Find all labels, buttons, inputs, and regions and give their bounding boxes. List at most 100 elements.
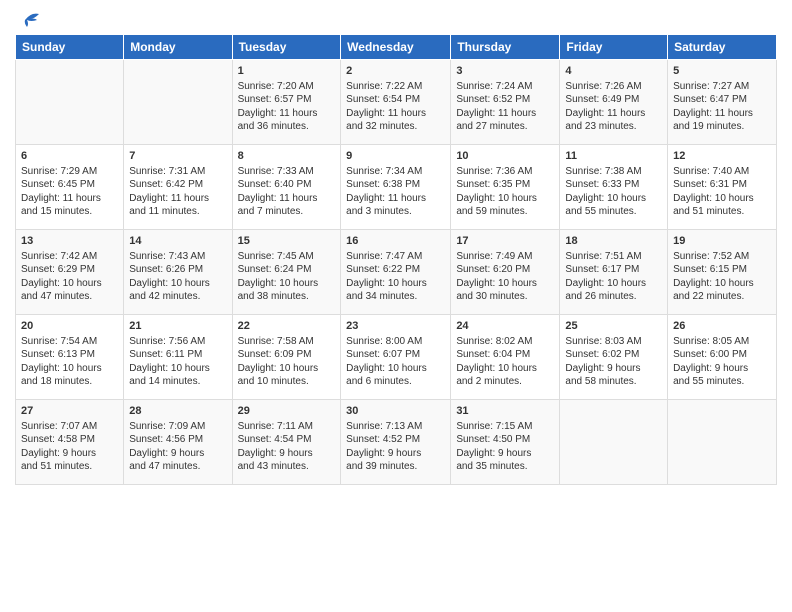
day-number: 14 xyxy=(129,234,226,249)
calendar-cell: 26Sunrise: 8:05 AMSunset: 6:00 PMDayligh… xyxy=(668,315,777,400)
day-number: 8 xyxy=(238,149,336,164)
cell-line: and 11 minutes. xyxy=(129,205,226,219)
day-number: 3 xyxy=(456,64,554,79)
day-number: 6 xyxy=(21,149,118,164)
cell-line: and 38 minutes. xyxy=(238,290,336,304)
cell-line: Sunrise: 7:27 AM xyxy=(673,80,771,94)
cell-line: Sunrise: 7:36 AM xyxy=(456,165,554,179)
header xyxy=(15,10,777,26)
calendar-cell: 13Sunrise: 7:42 AMSunset: 6:29 PMDayligh… xyxy=(16,230,124,315)
day-number: 23 xyxy=(346,319,445,334)
cell-line: Sunset: 6:20 PM xyxy=(456,263,554,277)
calendar-cell: 8Sunrise: 7:33 AMSunset: 6:40 PMDaylight… xyxy=(232,145,341,230)
cell-line: and 23 minutes. xyxy=(565,120,662,134)
page: SundayMondayTuesdayWednesdayThursdayFrid… xyxy=(0,0,792,612)
calendar-cell: 1Sunrise: 7:20 AMSunset: 6:57 PMDaylight… xyxy=(232,60,341,145)
cell-line: Sunrise: 7:47 AM xyxy=(346,250,445,264)
day-number: 10 xyxy=(456,149,554,164)
weekday-header-sunday: Sunday xyxy=(16,35,124,60)
calendar-cell xyxy=(16,60,124,145)
cell-line: Sunrise: 7:13 AM xyxy=(346,420,445,434)
day-number: 22 xyxy=(238,319,336,334)
day-number: 9 xyxy=(346,149,445,164)
calendar-table: SundayMondayTuesdayWednesdayThursdayFrid… xyxy=(15,34,777,485)
cell-line: Sunset: 6:29 PM xyxy=(21,263,118,277)
cell-line: Sunrise: 7:42 AM xyxy=(21,250,118,264)
cell-line: Daylight: 10 hours xyxy=(238,362,336,376)
cell-line: Sunrise: 7:33 AM xyxy=(238,165,336,179)
cell-line: and 58 minutes. xyxy=(565,375,662,389)
calendar-cell: 11Sunrise: 7:38 AMSunset: 6:33 PMDayligh… xyxy=(560,145,668,230)
calendar-cell: 14Sunrise: 7:43 AMSunset: 6:26 PMDayligh… xyxy=(124,230,232,315)
cell-line: and 55 minutes. xyxy=(565,205,662,219)
cell-line: Daylight: 9 hours xyxy=(673,362,771,376)
cell-line: Sunset: 6:47 PM xyxy=(673,93,771,107)
cell-line: Daylight: 11 hours xyxy=(346,192,445,206)
calendar-cell: 28Sunrise: 7:09 AMSunset: 4:56 PMDayligh… xyxy=(124,400,232,485)
cell-line: and 22 minutes. xyxy=(673,290,771,304)
cell-line: Daylight: 10 hours xyxy=(346,362,445,376)
cell-line: Sunset: 6:31 PM xyxy=(673,178,771,192)
cell-line: Daylight: 10 hours xyxy=(673,192,771,206)
calendar-cell: 24Sunrise: 8:02 AMSunset: 6:04 PMDayligh… xyxy=(451,315,560,400)
cell-line: and 35 minutes. xyxy=(456,460,554,474)
cell-line: and 47 minutes. xyxy=(21,290,118,304)
cell-line: Daylight: 10 hours xyxy=(456,362,554,376)
cell-line: Daylight: 10 hours xyxy=(456,277,554,291)
cell-line: Sunset: 6:04 PM xyxy=(456,348,554,362)
cell-line: Sunset: 6:11 PM xyxy=(129,348,226,362)
calendar-cell: 4Sunrise: 7:26 AMSunset: 6:49 PMDaylight… xyxy=(560,60,668,145)
cell-line: Daylight: 10 hours xyxy=(673,277,771,291)
cell-line: and 7 minutes. xyxy=(238,205,336,219)
calendar-cell: 15Sunrise: 7:45 AMSunset: 6:24 PMDayligh… xyxy=(232,230,341,315)
cell-line: Sunset: 6:07 PM xyxy=(346,348,445,362)
cell-line: and 36 minutes. xyxy=(238,120,336,134)
cell-line: Sunrise: 7:52 AM xyxy=(673,250,771,264)
calendar-cell: 10Sunrise: 7:36 AMSunset: 6:35 PMDayligh… xyxy=(451,145,560,230)
cell-line: Daylight: 10 hours xyxy=(238,277,336,291)
cell-line: Sunrise: 7:56 AM xyxy=(129,335,226,349)
cell-line: and 3 minutes. xyxy=(346,205,445,219)
calendar-cell: 29Sunrise: 7:11 AMSunset: 4:54 PMDayligh… xyxy=(232,400,341,485)
calendar-cell: 16Sunrise: 7:47 AMSunset: 6:22 PMDayligh… xyxy=(341,230,451,315)
calendar-cell: 20Sunrise: 7:54 AMSunset: 6:13 PMDayligh… xyxy=(16,315,124,400)
cell-line: Sunrise: 7:34 AM xyxy=(346,165,445,179)
cell-line: Sunset: 4:56 PM xyxy=(129,433,226,447)
calendar-cell: 31Sunrise: 7:15 AMSunset: 4:50 PMDayligh… xyxy=(451,400,560,485)
cell-line: and 2 minutes. xyxy=(456,375,554,389)
weekday-header-thursday: Thursday xyxy=(451,35,560,60)
cell-line: Daylight: 11 hours xyxy=(565,107,662,121)
cell-line: Daylight: 10 hours xyxy=(21,277,118,291)
weekday-header-tuesday: Tuesday xyxy=(232,35,341,60)
calendar-cell: 3Sunrise: 7:24 AMSunset: 6:52 PMDaylight… xyxy=(451,60,560,145)
cell-line: Sunrise: 7:40 AM xyxy=(673,165,771,179)
cell-line: and 32 minutes. xyxy=(346,120,445,134)
day-number: 21 xyxy=(129,319,226,334)
cell-line: Daylight: 10 hours xyxy=(565,277,662,291)
cell-line: Sunset: 6:54 PM xyxy=(346,93,445,107)
calendar-header-row: SundayMondayTuesdayWednesdayThursdayFrid… xyxy=(16,35,777,60)
cell-line: Sunrise: 7:31 AM xyxy=(129,165,226,179)
cell-line: and 15 minutes. xyxy=(21,205,118,219)
cell-line: Sunrise: 7:51 AM xyxy=(565,250,662,264)
cell-line: Daylight: 11 hours xyxy=(129,192,226,206)
calendar-cell: 22Sunrise: 7:58 AMSunset: 6:09 PMDayligh… xyxy=(232,315,341,400)
calendar-cell: 27Sunrise: 7:07 AMSunset: 4:58 PMDayligh… xyxy=(16,400,124,485)
cell-line: Daylight: 11 hours xyxy=(238,107,336,121)
cell-line: and 6 minutes. xyxy=(346,375,445,389)
day-number: 19 xyxy=(673,234,771,249)
cell-line: Sunrise: 7:43 AM xyxy=(129,250,226,264)
calendar-cell xyxy=(668,400,777,485)
calendar-cell: 2Sunrise: 7:22 AMSunset: 6:54 PMDaylight… xyxy=(341,60,451,145)
cell-line: Sunrise: 7:11 AM xyxy=(238,420,336,434)
day-number: 15 xyxy=(238,234,336,249)
cell-line: Sunset: 6:02 PM xyxy=(565,348,662,362)
day-number: 30 xyxy=(346,404,445,419)
cell-line: Sunset: 6:38 PM xyxy=(346,178,445,192)
cell-line: Sunset: 6:15 PM xyxy=(673,263,771,277)
day-number: 17 xyxy=(456,234,554,249)
cell-line: Daylight: 9 hours xyxy=(129,447,226,461)
cell-line: and 55 minutes. xyxy=(673,375,771,389)
cell-line: Sunset: 6:09 PM xyxy=(238,348,336,362)
calendar-cell: 6Sunrise: 7:29 AMSunset: 6:45 PMDaylight… xyxy=(16,145,124,230)
